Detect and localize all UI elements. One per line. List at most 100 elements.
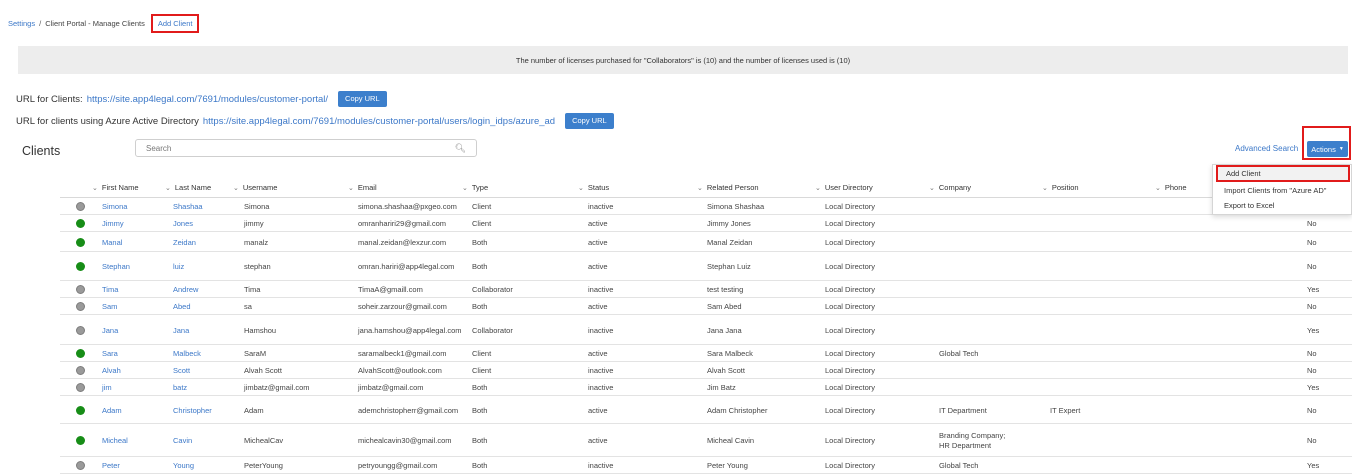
- first-name-cell[interactable]: Simona: [102, 202, 127, 211]
- table-row[interactable]: Peter Young PeterYoung petryoungg@gmail.com…: [60, 457, 1352, 474]
- first-name-cell[interactable]: Sara: [102, 349, 118, 358]
- status-cell: active: [588, 219, 608, 228]
- first-name-cell[interactable]: Alvah: [102, 366, 121, 375]
- first-name-cell[interactable]: Jana: [102, 326, 118, 335]
- table-row[interactable]: Stephan luiz stephan omran.hariri@app4legal…: [60, 252, 1352, 281]
- column-header-status[interactable]: ⌄ Status: [578, 181, 609, 196]
- status-cell: active: [588, 349, 608, 358]
- url-azure-link[interactable]: https://site.app4legal.com/7691/modules/…: [203, 116, 555, 127]
- email-cell: TimaA@gmaill.com: [358, 285, 423, 294]
- username-cell: jimmy: [244, 219, 264, 228]
- status-cell: inactive: [588, 383, 614, 392]
- last-name-cell[interactable]: Young: [173, 461, 194, 470]
- column-header-last-name[interactable]: ⌄ Last Name: [165, 181, 211, 196]
- search-icon[interactable]: 🔍︎: [455, 143, 466, 154]
- user-directory-cell: Local Directory: [825, 262, 876, 271]
- company-line: HR Department: [939, 441, 992, 450]
- username-cell: MichealCav: [244, 436, 284, 445]
- type-cell: Collaborator: [472, 325, 513, 335]
- username-cell: Hamshou: [244, 325, 277, 335]
- column-header-user-directory[interactable]: ⌄ User Directory: [815, 181, 873, 196]
- related-person-cell: test testing: [707, 285, 744, 294]
- last-name-cell[interactable]: luiz: [173, 262, 184, 271]
- last-name-cell[interactable]: batz: [173, 383, 187, 392]
- search-input[interactable]: Search 🔍︎: [135, 139, 477, 157]
- chevron-down-icon: ⌄: [1155, 185, 1161, 192]
- last-name-cell[interactable]: Christopher: [173, 406, 212, 415]
- username-cell: PeterYoung: [244, 461, 283, 470]
- related-person-cell: Sara Malbeck: [707, 349, 753, 358]
- copy-url-button[interactable]: Copy URL: [338, 91, 387, 107]
- username-cell: Adam: [244, 405, 264, 415]
- table-row[interactable]: Simona Shashaa Simona simona.shashaa@pxgeo.…: [60, 198, 1352, 215]
- status-dot: [76, 237, 85, 247]
- chevron-down-icon: ⌄: [815, 185, 821, 192]
- last-name-cell[interactable]: Zeidan: [173, 238, 196, 247]
- breadcrumb-settings-link[interactable]: Settings: [8, 19, 35, 28]
- column-header-type[interactable]: ⌄ Type: [462, 181, 488, 196]
- table-row[interactable]: Tima Andrew Tima TimaA@gmaill.com Collaborat…: [60, 281, 1352, 298]
- email-cell: jana.hamshou@app4legal.com: [358, 325, 462, 335]
- last-name-cell[interactable]: Malbeck: [173, 349, 201, 358]
- first-name-cell[interactable]: Sam: [102, 302, 117, 311]
- url-azure-label: URL for clients using Azure Active Direc…: [16, 115, 199, 127]
- table-row[interactable]: Manal Zeidan manalz manal.zeidan@lexzur.com…: [60, 232, 1352, 252]
- column-header-username[interactable]: ⌄ Username: [233, 181, 277, 196]
- actions-button[interactable]: Actions ▼: [1307, 141, 1348, 157]
- table-row[interactable]: Sara Malbeck SaraM saramalbeck1@gmail.com Cl…: [60, 345, 1352, 362]
- column-header-email[interactable]: ⌄ Email: [348, 181, 377, 196]
- table-row[interactable]: Jimmy Jones jimmy omranhariri29@gmail.com Cl…: [60, 215, 1352, 232]
- url-clients-link[interactable]: https://site.app4legal.com/7691/modules/…: [87, 94, 328, 105]
- column-header-phone[interactable]: ⌄ Phone: [1155, 181, 1187, 196]
- chevron-down-icon: ⌄: [92, 185, 98, 192]
- advanced-search-link[interactable]: Advanced Search: [1235, 144, 1298, 153]
- add-client-link[interactable]: Add Client: [150, 13, 200, 33]
- status-cell: inactive: [588, 325, 614, 335]
- last-name-cell[interactable]: Scott: [173, 366, 190, 375]
- company-cell: IT Department: [939, 405, 987, 415]
- last-name-cell[interactable]: Abed: [173, 302, 191, 311]
- table-row[interactable]: Adam Christopher Adam ademchristopherr@gmai…: [60, 396, 1352, 424]
- table-row[interactable]: Jana Jana Hamshou jana.hamshou@app4legal.co…: [60, 315, 1352, 345]
- username-cell: Simona: [244, 202, 270, 211]
- related-person-cell: Simona Shashaa: [707, 202, 765, 211]
- status-dot: [76, 436, 85, 445]
- table-row[interactable]: Micheal Cavin MichealCav michealcavin30@gma…: [60, 424, 1352, 457]
- copy-azure-url-button[interactable]: Copy URL: [565, 113, 614, 129]
- status-cell: inactive: [588, 366, 614, 375]
- last-name-cell[interactable]: Cavin: [173, 436, 192, 445]
- column-header-related-person[interactable]: ⌄ Related Person: [697, 181, 759, 196]
- first-name-cell[interactable]: Peter: [102, 461, 120, 470]
- menu-item-add-client[interactable]: Add Client: [1216, 165, 1350, 182]
- column-header-first-name[interactable]: ⌄ First Name: [92, 181, 139, 196]
- first-name-cell[interactable]: Micheal: [102, 436, 128, 445]
- email-cell: ademchristopherr@gmail.com: [358, 405, 459, 415]
- type-cell: Both: [472, 262, 488, 271]
- table-row[interactable]: Sam Abed sa soheir.zarzour@gmail.com Both act…: [60, 298, 1352, 315]
- first-name-cell[interactable]: Tima: [102, 285, 118, 294]
- position-cell: IT Expert: [1050, 405, 1081, 415]
- table-row[interactable]: jim batz jimbatz@gmail.com jimbatz@gmail.co…: [60, 379, 1352, 396]
- last-name-cell[interactable]: Jana: [173, 326, 189, 335]
- url-clients-label: URL for Clients:: [16, 93, 83, 105]
- column-header-position[interactable]: ⌄ Position: [1042, 181, 1079, 196]
- column-header-company[interactable]: ⌄ Company: [929, 181, 971, 196]
- first-name-cell[interactable]: Stephan: [102, 262, 130, 271]
- last-name-cell[interactable]: Andrew: [173, 285, 198, 294]
- type-cell: Both: [472, 461, 488, 470]
- last-name-cell[interactable]: Shashaa: [173, 202, 203, 211]
- first-name-cell[interactable]: Adam: [102, 406, 122, 415]
- chevron-down-icon: ⌄: [1042, 185, 1048, 192]
- menu-item-export-excel[interactable]: Export to Excel: [1216, 199, 1350, 212]
- first-name-cell[interactable]: Jimmy: [102, 219, 124, 228]
- company-cell: Branding Company; HR Department: [939, 431, 1005, 450]
- email-cell: michealcavin30@gmail.com: [358, 436, 452, 445]
- first-name-cell[interactable]: Manal: [102, 238, 122, 247]
- related-person-cell: Adam Christopher: [707, 405, 768, 415]
- user-directory-cell: Local Directory: [825, 285, 876, 294]
- menu-item-import-azure[interactable]: Import Clients from "Azure AD": [1216, 184, 1350, 197]
- email-cell: AlvahScott@outlook.com: [358, 366, 442, 375]
- last-name-cell[interactable]: Jones: [173, 219, 193, 228]
- first-name-cell[interactable]: jim: [102, 383, 112, 392]
- table-row[interactable]: Alvah Scott Alvah Scott AlvahScott@outlook.…: [60, 362, 1352, 379]
